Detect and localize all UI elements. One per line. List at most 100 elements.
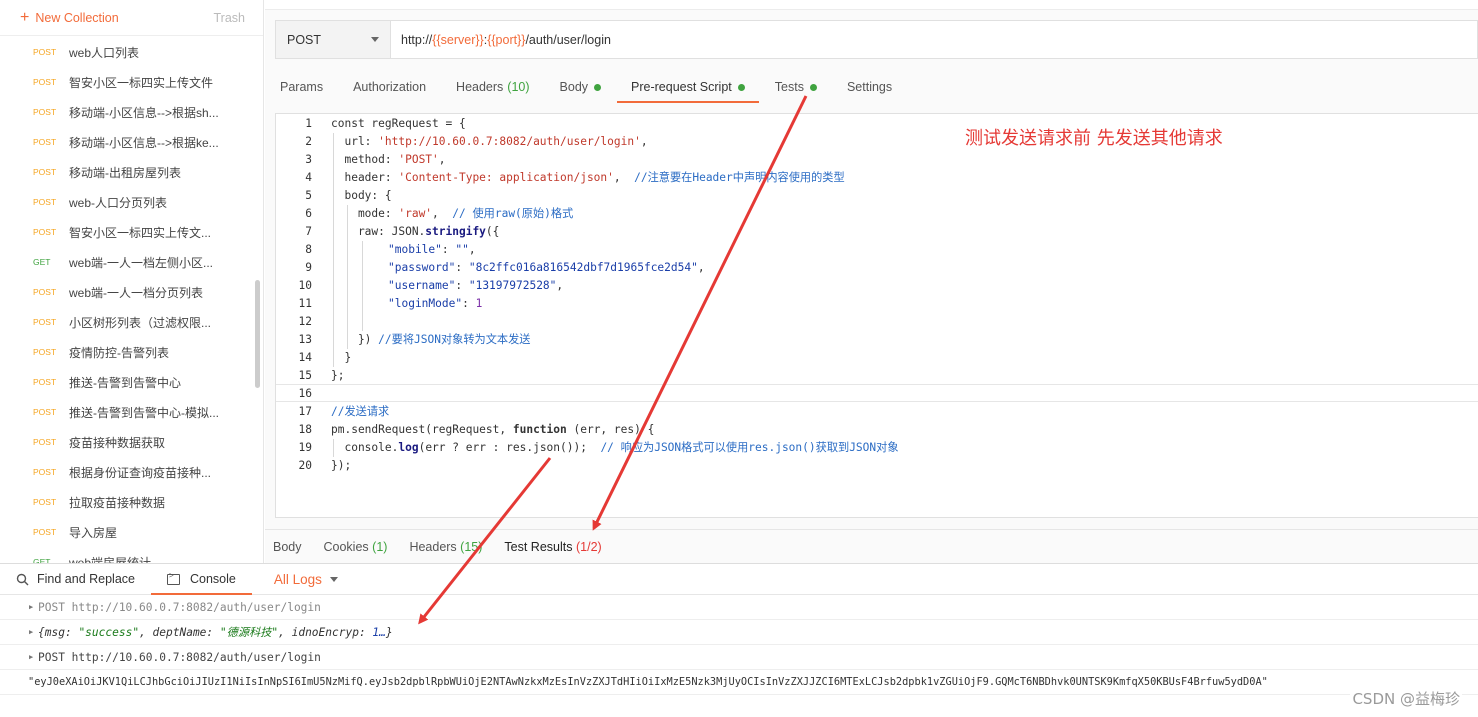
tab-label: Body <box>559 80 589 94</box>
tab-tests[interactable]: Tests <box>775 72 817 102</box>
sidebar-request-item[interactable]: POST 疫苗接种数据获取 <box>0 427 252 457</box>
sidebar-request-item[interactable]: POST 疫情防控-告警列表 <box>0 337 252 367</box>
new-collection-button[interactable]: New Collection <box>35 11 118 25</box>
expand-triangle-icon[interactable]: ▶ <box>29 653 33 661</box>
method-badge: POST <box>33 317 57 327</box>
sidebar-request-item[interactable]: POST 拉取疫苗接种数据 <box>0 487 252 517</box>
chevron-down-icon <box>371 37 379 42</box>
tab-headers[interactable]: Headers (10) <box>456 72 529 102</box>
sidebar-header: + New Collection Trash <box>0 0 263 36</box>
code-token: raw: JSON. <box>331 225 426 238</box>
method-badge: POST <box>33 77 57 87</box>
log-key: , idnoEncryp: <box>278 626 373 639</box>
code-line: "username": "13197972528", <box>388 277 563 295</box>
line-number: 16 <box>298 387 312 400</box>
code-string: "" <box>455 243 469 256</box>
response-tab-body[interactable]: Body <box>273 540 302 554</box>
request-panel: POST http://{{server}}: {{port}}/auth/use… <box>265 0 1478 563</box>
method-badge: POST <box>33 197 57 207</box>
code-token: , <box>697 261 705 274</box>
sidebar-scrollbar[interactable] <box>255 280 260 388</box>
sidebar-request-item[interactable]: GET web端房屋统计 <box>0 547 252 564</box>
code-line: mode: 'raw', // 使用raw(原始)格式 <box>331 205 573 223</box>
code-token: (err, res) { <box>566 423 655 436</box>
sidebar-request-item[interactable]: POST web端-一人一档分页列表 <box>0 277 252 307</box>
console-log-entry[interactable]: ▶ POST http://10.60.0.7:8082/auth/user/lo… <box>0 595 1478 620</box>
cookies-count: (1) <box>372 539 388 554</box>
code-comment: //注意要在Header中声明内容使用的类型 <box>634 171 845 184</box>
tab-body[interactable]: Body <box>560 72 602 102</box>
all-logs-dropdown[interactable]: All Logs <box>274 564 338 595</box>
line-number: 1 <box>305 117 312 130</box>
response-tab-headers[interactable]: Headers (15) <box>409 540 482 554</box>
find-and-replace-button[interactable]: Find and Replace <box>16 564 135 595</box>
sidebar-request-item[interactable]: POST 移动端-出租房屋列表 <box>0 157 252 187</box>
log-text: POST http://10.60.0.7:8082/auth/user/log… <box>38 600 321 614</box>
line-number: 19 <box>298 441 312 454</box>
request-name: 疫苗接种数据获取 <box>69 435 166 450</box>
line-number: 14 <box>298 351 312 364</box>
method-badge: POST <box>33 167 57 177</box>
code-key: "username" <box>388 279 456 292</box>
headers-count: (15) <box>460 539 483 554</box>
tab-settings[interactable]: Settings <box>847 72 892 102</box>
script-editor[interactable]: 1 const regRequest = { 2 url: 'http://10.… <box>275 113 1478 518</box>
code-keyword: function <box>512 423 567 436</box>
plus-icon[interactable]: + <box>20 9 29 26</box>
code-comment: // 响应为JSON格式可以使用res.json()获取到JSON对象 <box>600 441 899 454</box>
sidebar-request-item[interactable]: POST 移动端-小区信息-->根据sh... <box>0 97 252 127</box>
tab-label: Params <box>280 80 324 94</box>
method-value: POST <box>287 32 322 47</box>
sidebar-request-item[interactable]: POST web-人口分页列表 <box>0 187 252 217</box>
response-tab-test-results[interactable]: Test Results (1/2) <box>504 540 601 554</box>
tab-pre-request-script[interactable]: Pre-request Script <box>617 72 759 103</box>
method-select[interactable]: POST <box>276 21 391 58</box>
console-panel: Find and Replace Console All Logs ▶ POST … <box>0 563 1478 717</box>
sidebar-request-item[interactable]: POST web人口列表 <box>0 37 252 67</box>
code-line: header: 'Content-Type: application/json'… <box>331 169 845 187</box>
line-number: 6 <box>305 207 312 220</box>
expand-triangle-icon[interactable]: ▶ <box>29 603 33 611</box>
sidebar-request-item[interactable]: POST 移动端-小区信息-->根据ke... <box>0 127 252 157</box>
code-line: console.log(err ? err : res.json()); // … <box>331 439 899 457</box>
request-name: 根据身份证查询疫苗接种... <box>69 465 212 480</box>
code-token: const regRequest = { <box>331 117 466 130</box>
expand-triangle-icon[interactable]: ▶ <box>29 628 33 636</box>
code-line: }; <box>331 367 344 385</box>
code-token: , <box>640 135 648 148</box>
sidebar-request-item[interactable]: POST 智安小区一标四实上传文... <box>0 217 252 247</box>
code-token: ({ <box>485 225 500 238</box>
method-badge: POST <box>33 347 57 357</box>
sidebar-request-item[interactable]: POST 推送-告警到告警中心 <box>0 367 252 397</box>
sidebar-request-item[interactable]: POST 导入房屋 <box>0 517 252 547</box>
sidebar-request-item[interactable]: POST 智安小区一标四实上传文件 <box>0 67 252 97</box>
log-token: } <box>385 626 393 639</box>
tab-label: Tests <box>774 80 804 94</box>
line-number: 15 <box>298 369 312 382</box>
request-name: 推送-告警到告警中心 <box>69 375 181 390</box>
sidebar-request-item[interactable]: POST 根据身份证查询疫苗接种... <box>0 457 252 487</box>
tab-params[interactable]: Params <box>280 72 323 102</box>
console-log-entry[interactable]: ▶ {msg: "success", deptName: "德源科技", idno… <box>0 620 1478 645</box>
line-number: 12 <box>298 315 312 328</box>
sidebar-request-item[interactable]: POST 推送-告警到告警中心-模拟... <box>0 397 252 427</box>
request-name: web端房屋统计 <box>69 555 152 564</box>
tab-label: Headers <box>456 80 504 94</box>
trash-button[interactable]: Trash <box>214 11 246 25</box>
sidebar-request-item[interactable]: POST 小区树形列表（过滤权限... <box>0 307 252 337</box>
tab-authorization[interactable]: Authorization <box>353 72 426 102</box>
line-number: 3 <box>305 153 312 166</box>
console-toolbar: Find and Replace Console All Logs <box>0 564 1478 595</box>
console-tab[interactable]: Console <box>150 564 252 595</box>
url-input[interactable]: http://{{server}}: {{port}}/auth/user/log… <box>391 21 1477 58</box>
sidebar: + New Collection Trash POST web人口列表 POST 智安… <box>0 0 264 563</box>
request-name: web端-一人一档左侧小区... <box>69 255 214 270</box>
code-token: console. <box>331 441 399 454</box>
response-tab-cookies[interactable]: Cookies (1) <box>324 540 388 554</box>
sidebar-request-item[interactable]: GET web端-一人一档左侧小区... <box>0 247 252 277</box>
console-log-entry[interactable]: ▶ POST http://10.60.0.7:8082/auth/user/lo… <box>0 645 1478 670</box>
console-log-entry[interactable]: "eyJ0eXAiOiJKV1QiLCJhbGciOiJIUzI1NiIsInN… <box>0 670 1478 695</box>
log-string: "德源科技" <box>219 626 279 639</box>
request-name: 小区树形列表（过滤权限... <box>69 315 212 330</box>
code-line: "password": "8c2ffc016a816542dbf7d1965fc… <box>388 259 705 277</box>
